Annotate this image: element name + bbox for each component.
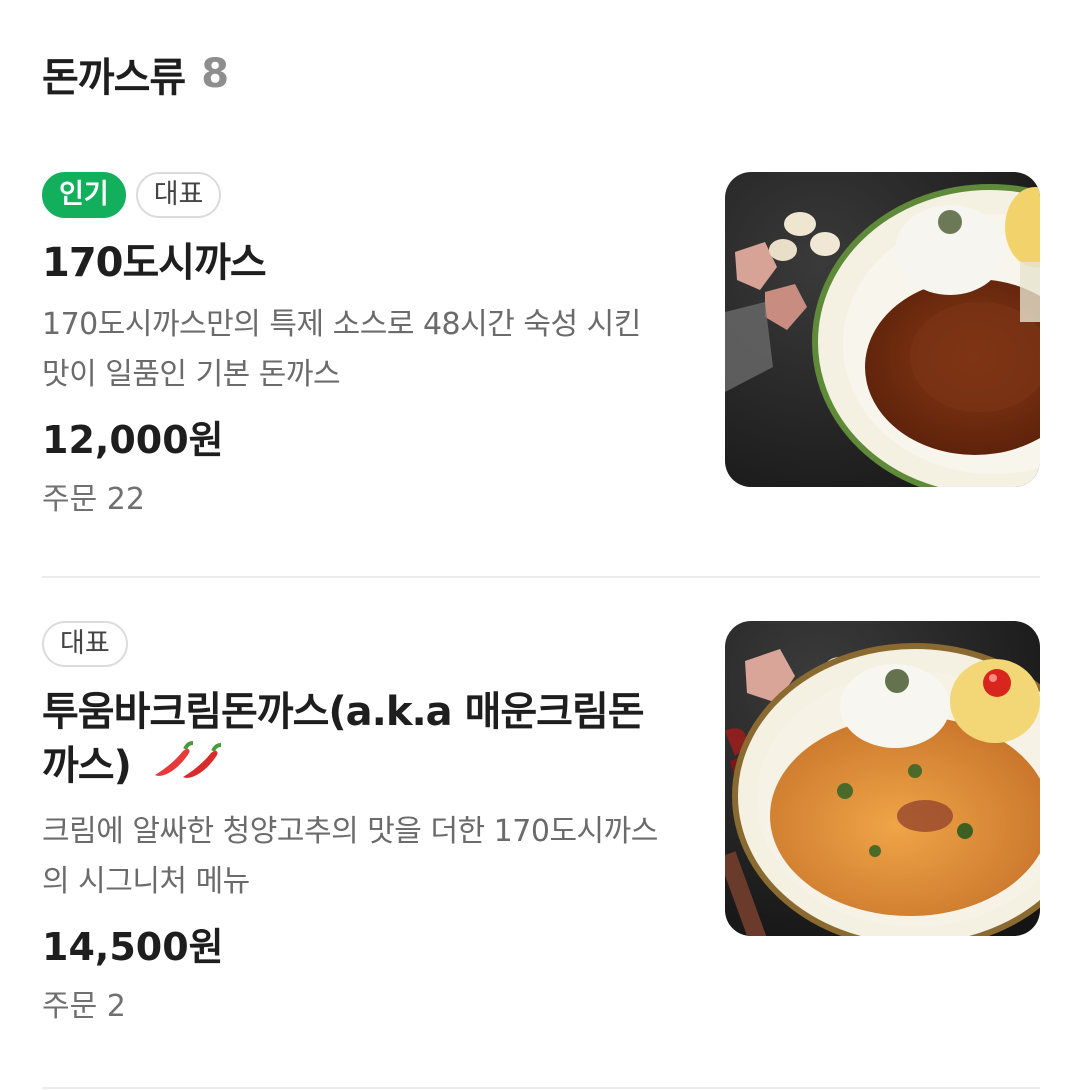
cutlet-curry-photo bbox=[725, 172, 1040, 487]
menu-item-name-text: 투움바크림돈까스(a.k.a 매운크림돈까스) bbox=[42, 689, 645, 789]
section-item-count: 8 bbox=[201, 51, 230, 97]
cream-cutlet-photo bbox=[725, 621, 1040, 936]
chili-pepper-icon bbox=[149, 739, 229, 797]
menu-item-2[interactable]: 대표 투움바크림돈까스(a.k.a 매운크림돈까스) 크림에 알싸한 청양고추의… bbox=[42, 621, 1040, 1051]
menu-item-price: 14,500원 bbox=[42, 925, 224, 969]
badge-row: 대표 bbox=[42, 621, 682, 667]
menu-item-1[interactable]: 인기 대표 170도시까스 170도시까스만의 특제 소스로 48시간 숙성 시… bbox=[42, 172, 1040, 532]
menu-item-order-count: 주문 22 bbox=[42, 482, 145, 517]
menu-item-info: 인기 대표 170도시까스 170도시까스만의 특제 소스로 48시간 숙성 시… bbox=[42, 172, 682, 524]
menu-item-name: 170도시까스 bbox=[42, 240, 267, 286]
signature-badge: 대표 bbox=[135, 172, 222, 218]
signature-badge: 대표 bbox=[42, 621, 128, 667]
section-title: 돈까스류 bbox=[42, 55, 186, 101]
menu-item-photo[interactable] bbox=[725, 172, 1040, 487]
menu-item-description: 크림에 알싸한 청양고추의 맛을 더한 170도시까스의 시그니처 메뉴 bbox=[42, 814, 658, 899]
menu-item-order-count: 주문 2 bbox=[42, 989, 126, 1024]
menu-item-name: 투움바크림돈까스(a.k.a 매운크림돈까스) bbox=[42, 685, 672, 797]
menu-item-photo[interactable] bbox=[725, 621, 1040, 936]
popular-badge: 인기 bbox=[42, 172, 126, 218]
menu-item-description: 170도시까스만의 특제 소스로 48시간 숙성 시킨 맛이 일품인 기본 돈까… bbox=[42, 307, 641, 392]
section-header: 돈까스류 8 bbox=[42, 48, 230, 101]
menu-item-info: 대표 투움바크림돈까스(a.k.a 매운크림돈까스) 크림에 알싸한 청양고추의… bbox=[42, 621, 682, 1031]
item-divider bbox=[42, 576, 1040, 578]
item-divider bbox=[42, 1087, 1040, 1089]
menu-item-price: 12,000원 bbox=[42, 418, 224, 462]
badge-row: 인기 대표 bbox=[42, 172, 682, 218]
